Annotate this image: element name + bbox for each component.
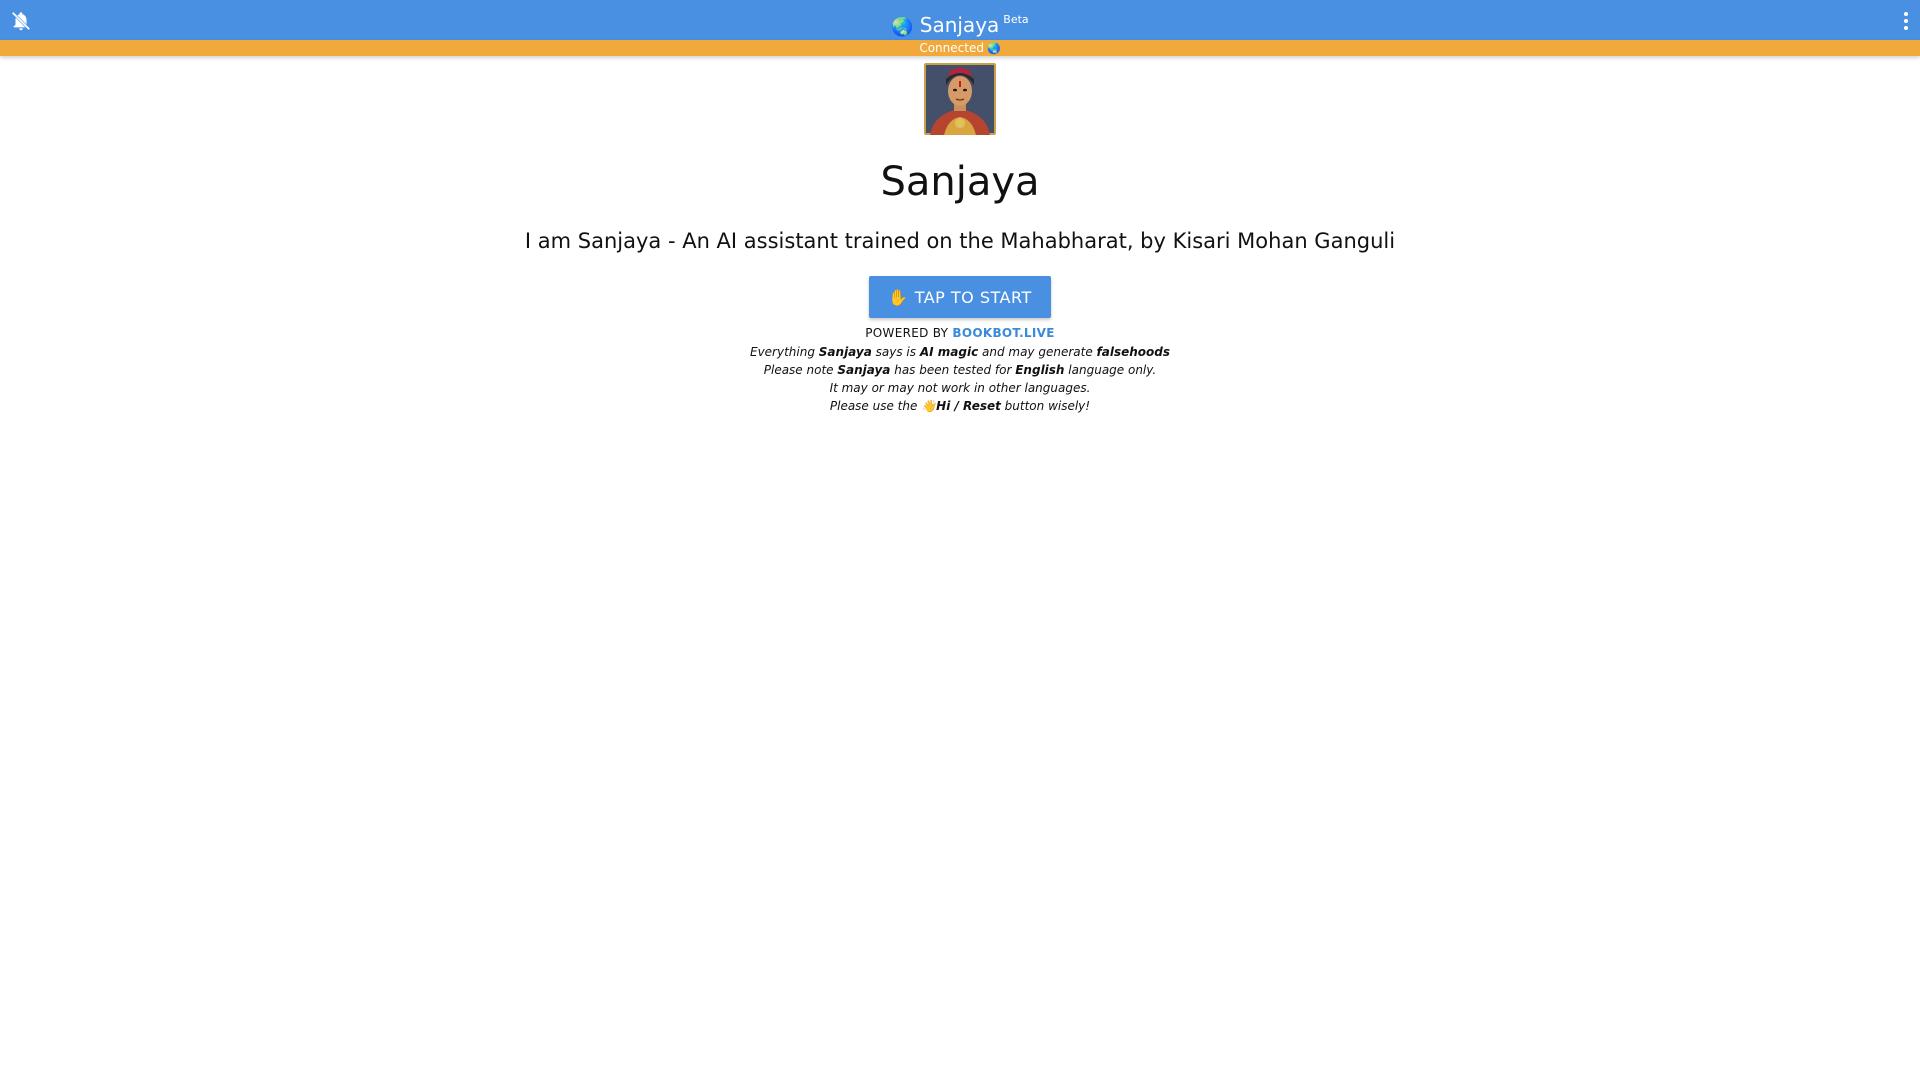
disclaimer-bold: Hi / Reset — [936, 399, 1001, 413]
globe-icon: 🌏 — [986, 42, 1001, 55]
sanjaya-portrait-icon — [924, 63, 996, 135]
page-title: Sanjaya — [880, 159, 1040, 205]
disclaimer-line-3: It may or may not work in other language… — [829, 381, 1091, 395]
disclaimer-text: language only. — [1064, 363, 1157, 377]
disclaimer-bold: Sanjaya — [818, 345, 872, 359]
connection-status-text: Connected — [919, 41, 984, 55]
raised-hand-icon: ✋ — [888, 287, 909, 307]
disclaimer-text: button wisely! — [1000, 399, 1091, 413]
disclaimer-line-2: Please note Sanjaya has been tested for … — [0, 361, 1920, 379]
disclaimer-text: Please note — [763, 363, 838, 377]
disclaimer-text: Please use the — [829, 399, 922, 413]
disclaimer-line-4: Please use the 👋Hi / Reset button wisely… — [0, 397, 1920, 415]
sanjaya-avatar — [924, 63, 996, 135]
app-title: Sanjaya — [919, 13, 1000, 37]
header-title-group: 🌏 Sanjaya Beta — [0, 8, 1920, 40]
disclaimer-line-1: Everything Sanjaya says is AI magic and … — [0, 343, 1920, 361]
disclaimer-text: says is — [871, 345, 920, 359]
disclaimer-text: Everything — [749, 345, 819, 359]
disclaimer-bold: falsehoods — [1096, 345, 1171, 359]
disclaimer-text: has been tested for — [890, 363, 1016, 377]
powered-by-prefix: POWERED BY — [865, 326, 949, 340]
disclaimer-bold: AI magic — [919, 345, 979, 359]
tap-to-start-button[interactable]: ✋ TAP TO START — [869, 276, 1051, 318]
waving-hand-icon: 👋 — [921, 399, 937, 413]
globe-icon: 🌏 — [891, 17, 914, 38]
bookbot-link[interactable]: BOOKBOT.LIVE — [952, 326, 1054, 340]
disclaimer-bold: English — [1015, 363, 1065, 377]
disclaimer: Everything Sanjaya says is AI magic and … — [0, 343, 1920, 415]
tap-to-start-label: TAP TO START — [914, 287, 1032, 307]
powered-by-line: POWERED BY BOOKBOT.LIVE — [0, 325, 1920, 341]
connection-status-bar: Connected 🌏 — [0, 40, 1920, 56]
disclaimer-text: and may generate — [978, 345, 1097, 359]
page-subtitle: I am Sanjaya - An AI assistant trained o… — [524, 229, 1396, 253]
app-header: 🌏 Sanjaya Beta — [0, 0, 1920, 40]
disclaimer-bold: Sanjaya — [837, 363, 891, 377]
beta-badge: Beta — [1003, 13, 1029, 26]
more-vertical-icon[interactable] — [1900, 10, 1912, 32]
